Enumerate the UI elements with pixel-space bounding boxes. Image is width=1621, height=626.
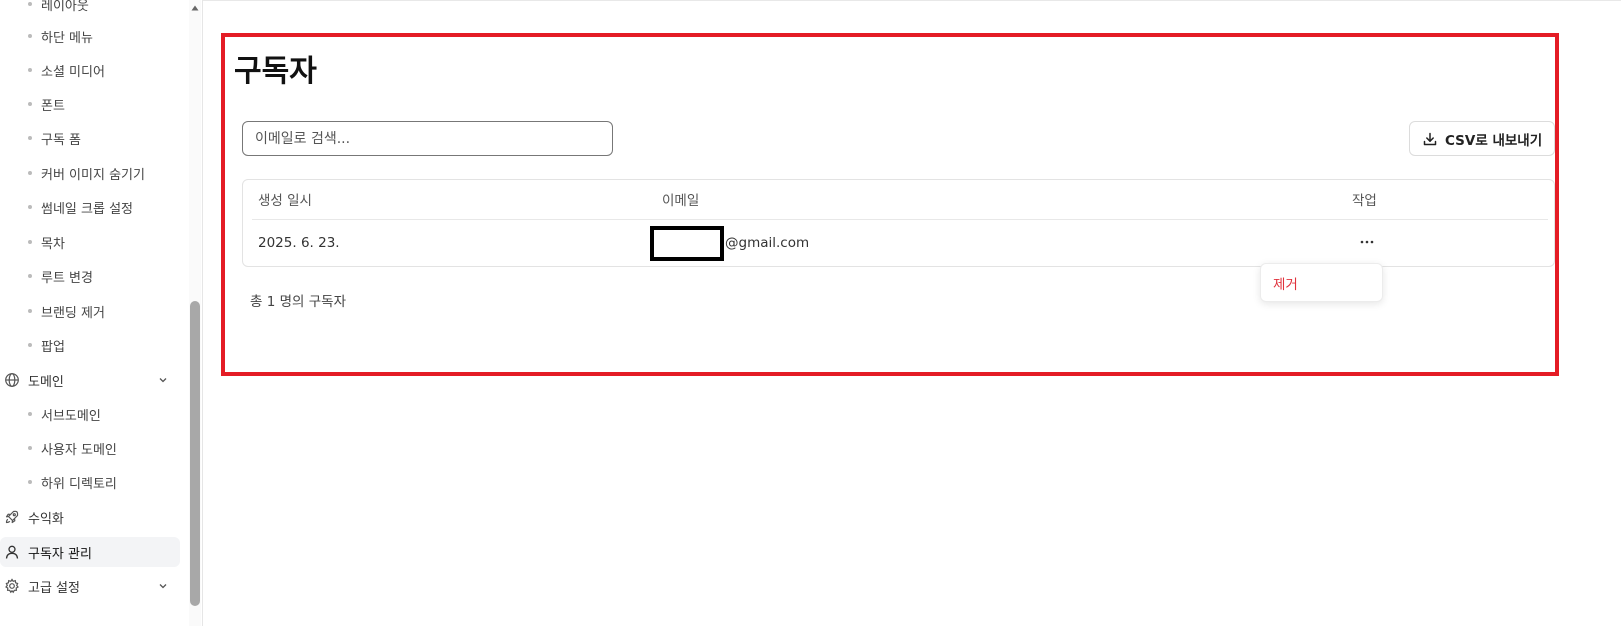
export-csv-button[interactable]: CSV로 내보내기: [1409, 121, 1555, 156]
sidebar-item-label: 썸네일 크롭 설정: [41, 201, 133, 217]
sidebar-item-custom-domain[interactable]: 사용자 도메인: [28, 438, 117, 458]
sidebar-item-label: 수익화: [28, 511, 64, 527]
column-header-email: 이메일: [662, 193, 700, 209]
total-subscribers-count: 총 1 명의 구독자: [250, 294, 346, 310]
sidebar-item-label: 폰트: [41, 98, 65, 114]
sidebar-item-subdirectory[interactable]: 하위 디렉토리: [28, 472, 117, 492]
sidebar-item-subscribers[interactable]: 구독자 관리: [0, 537, 180, 567]
chevron-down-icon[interactable]: [158, 581, 168, 591]
sidebar-item-subscribe-form[interactable]: 구독 폼: [28, 128, 81, 148]
sidebar-item-layout[interactable]: 레이아웃: [28, 0, 89, 14]
table-header-divider: [252, 219, 1548, 220]
sidebar-item-label: 커버 이미지 숨기기: [41, 167, 145, 183]
sidebar-item-label: 사용자 도메인: [41, 442, 117, 458]
sidebar-item-advanced-settings[interactable]: 고급 설정: [0, 571, 180, 601]
row-actions-button[interactable]: [1355, 232, 1379, 252]
remove-menu-item[interactable]: 제거: [1273, 273, 1298, 293]
sidebar-item-label: 소셜 미디어: [41, 64, 105, 80]
sidebar-item-label: 고급 설정: [28, 580, 80, 596]
user-icon: [4, 544, 20, 560]
sidebar-item-label: 레이아웃: [41, 0, 89, 14]
cell-email: @gmail.com: [725, 235, 810, 251]
header-divider: [203, 0, 1621, 1]
sidebar-item-popup[interactable]: 팝업: [28, 335, 65, 355]
bullet-dot: [28, 68, 32, 72]
bullet-dot: [28, 2, 32, 6]
sidebar-item-domain[interactable]: 도메인: [0, 365, 180, 395]
globe-icon: [4, 372, 20, 388]
sidebar-item-social-media[interactable]: 소셜 미디어: [28, 60, 105, 80]
sidebar-item-remove-branding[interactable]: 브랜딩 제거: [28, 301, 105, 321]
scroll-up-arrow-icon[interactable]: [190, 4, 200, 12]
column-header-created: 생성 일시: [258, 193, 312, 209]
bullet-dot: [28, 102, 32, 106]
bullet-dot: [28, 412, 32, 416]
bullet-dot: [28, 136, 32, 140]
sidebar-item-toc[interactable]: 목차: [28, 232, 65, 252]
bullet-dot: [28, 171, 32, 175]
sidebar-item-font[interactable]: 폰트: [28, 94, 65, 114]
sidebar-item-label: 도메인: [28, 374, 64, 390]
sidebar-item-label: 브랜딩 제거: [41, 305, 105, 321]
sidebar-item-label: 구독자 관리: [28, 546, 92, 562]
export-button-label: CSV로 내보내기: [1445, 132, 1543, 149]
download-icon: [1423, 132, 1437, 146]
sidebar-item-thumbnail-crop[interactable]: 썸네일 크롭 설정: [28, 197, 133, 217]
column-header-actions: 작업: [1352, 193, 1377, 209]
bullet-dot: [28, 343, 32, 347]
sidebar-item-hide-cover-image[interactable]: 커버 이미지 숨기기: [28, 163, 145, 183]
sidebar-item-label: 서브도메인: [41, 408, 101, 424]
bullet-dot: [28, 240, 32, 244]
sidebar-item-label: 루트 변경: [41, 270, 93, 286]
bullet-dot: [28, 205, 32, 209]
bullet-dot: [28, 309, 32, 313]
page-title: 구독자: [234, 54, 317, 89]
sidebar-item-label: 팝업: [41, 339, 65, 355]
app-window: 레이아웃 하단 메뉴 소셜 미디어 폰트 구독 폼 커버 이미지 숨기기 썸네일…: [0, 0, 1621, 626]
row-actions-dropdown: 제거: [1260, 263, 1383, 302]
sidebar-item-label: 구독 폼: [41, 132, 82, 148]
scrollbar-thumb[interactable]: [190, 301, 200, 606]
sidebar-item-label: 하위 디렉토리: [41, 476, 117, 492]
redaction-box: [650, 226, 724, 261]
sidebar-item-change-root[interactable]: 루트 변경: [28, 266, 93, 286]
bullet-dot: [28, 480, 32, 484]
sidebar-item-monetize[interactable]: 수익화: [0, 502, 180, 532]
bullet-dot: [28, 446, 32, 450]
sidebar-item-label: 목차: [41, 236, 65, 252]
gear-icon: [4, 578, 20, 594]
chevron-down-icon[interactable]: [158, 375, 168, 385]
search-input[interactable]: [242, 121, 613, 156]
sidebar: 레이아웃 하단 메뉴 소셜 미디어 폰트 구독 폼 커버 이미지 숨기기 썸네일…: [0, 0, 203, 626]
bullet-dot: [28, 34, 32, 38]
rocket-icon: [4, 509, 20, 525]
sidebar-item-subdomain[interactable]: 서브도메인: [28, 404, 101, 424]
bullet-dot: [28, 274, 32, 278]
sidebar-item-label: 하단 메뉴: [41, 30, 93, 46]
cell-created-date: 2025. 6. 23.: [258, 235, 340, 251]
more-horizontal-icon: [1360, 240, 1374, 244]
sidebar-item-footer-menu[interactable]: 하단 메뉴: [28, 26, 93, 46]
